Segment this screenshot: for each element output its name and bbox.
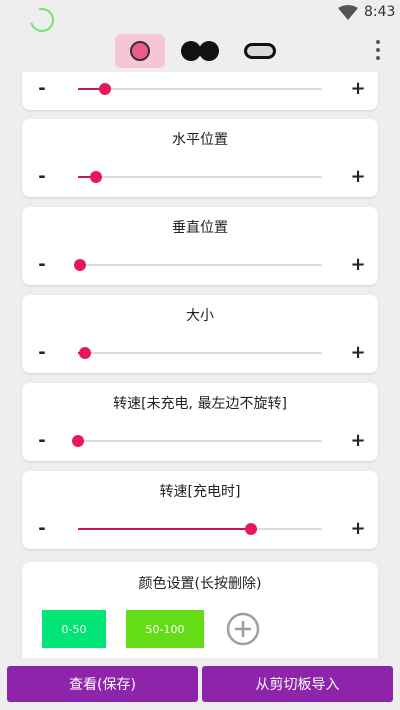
slider-row: - + bbox=[22, 341, 378, 365]
slider-thumb[interactable] bbox=[79, 347, 92, 359]
circle-icon bbox=[130, 41, 150, 61]
import-clipboard-button[interactable]: 从剪切板导入 bbox=[202, 666, 393, 702]
increase-button[interactable]: + bbox=[348, 517, 368, 541]
mode-toolbar bbox=[0, 30, 400, 70]
vertical-position-card: 垂直位置 - + bbox=[22, 207, 378, 285]
slider-row: - + bbox=[22, 165, 378, 189]
pill-icon bbox=[244, 43, 276, 59]
speed-uncharged-card: 转速[未充电, 最左边不旋转] - + bbox=[22, 383, 378, 461]
slider-row: - + bbox=[22, 517, 378, 541]
status-bar: 8:43 bbox=[0, 0, 400, 37]
card-title: 大小 bbox=[186, 308, 214, 324]
increase-button[interactable]: + bbox=[348, 429, 368, 453]
decrease-button[interactable]: - bbox=[32, 517, 52, 541]
color-chip-50-100[interactable]: 50-100 bbox=[126, 610, 204, 648]
mode-pill-button[interactable] bbox=[240, 34, 280, 68]
slider-row: - + bbox=[22, 253, 378, 277]
slider-thumb[interactable] bbox=[98, 83, 111, 95]
increase-button[interactable]: + bbox=[348, 77, 368, 101]
card-title: 转速[充电时] bbox=[159, 484, 241, 500]
slider-card: - + bbox=[22, 72, 378, 110]
wifi-icon bbox=[338, 5, 358, 20]
settings-list[interactable]: - + 水平位置 - + 垂直位置 - + 大小 - + 转速[未充电, 最左边… bbox=[0, 72, 400, 658]
slider-track[interactable] bbox=[78, 83, 322, 95]
card-title: 水平位置 bbox=[172, 132, 228, 148]
increase-button[interactable]: + bbox=[348, 165, 368, 189]
decrease-button[interactable]: - bbox=[32, 77, 52, 101]
color-chip-label: 0-50 bbox=[61, 622, 87, 636]
slider-track[interactable] bbox=[72, 435, 322, 447]
slider-row: - + bbox=[22, 77, 378, 101]
slider-track[interactable] bbox=[78, 523, 322, 535]
increase-button[interactable]: + bbox=[348, 341, 368, 365]
dot-icon bbox=[199, 41, 219, 61]
color-settings-card: 颜色设置(长按删除) 0-50 50-100 bbox=[22, 562, 378, 658]
slider-track[interactable] bbox=[78, 347, 322, 359]
decrease-button[interactable]: - bbox=[32, 253, 52, 277]
slider-thumb[interactable] bbox=[74, 259, 87, 271]
speed-charging-card: 转速[充电时] - + bbox=[22, 471, 378, 549]
view-save-button[interactable]: 查看(保存) bbox=[7, 666, 198, 702]
slider-row: - + bbox=[22, 429, 378, 453]
decrease-button[interactable]: - bbox=[32, 165, 52, 189]
card-title: 垂直位置 bbox=[172, 220, 228, 236]
slider-thumb[interactable] bbox=[72, 435, 84, 447]
slider-thumb[interactable] bbox=[245, 523, 258, 535]
mode-dots-button[interactable] bbox=[178, 34, 222, 68]
slider-fill bbox=[78, 528, 252, 530]
slider-track[interactable] bbox=[78, 171, 322, 183]
slider-track[interactable] bbox=[74, 259, 322, 271]
size-card: 大小 - + bbox=[22, 295, 378, 373]
color-chip-0-50[interactable]: 0-50 bbox=[42, 610, 106, 648]
horizontal-position-card: 水平位置 - + bbox=[22, 119, 378, 197]
mode-circle-button[interactable] bbox=[115, 34, 165, 68]
add-color-icon[interactable] bbox=[226, 612, 260, 646]
more-options-icon[interactable] bbox=[370, 38, 386, 62]
dot-icon bbox=[181, 41, 201, 61]
decrease-button[interactable]: - bbox=[32, 341, 52, 365]
card-title: 转速[未充电, 最左边不旋转] bbox=[113, 396, 287, 412]
card-title: 颜色设置(长按删除) bbox=[138, 576, 262, 592]
color-chip-label: 50-100 bbox=[145, 622, 185, 636]
status-time: 8:43 bbox=[364, 4, 396, 20]
increase-button[interactable]: + bbox=[348, 253, 368, 277]
decrease-button[interactable]: - bbox=[32, 429, 52, 453]
slider-thumb[interactable] bbox=[90, 171, 103, 183]
